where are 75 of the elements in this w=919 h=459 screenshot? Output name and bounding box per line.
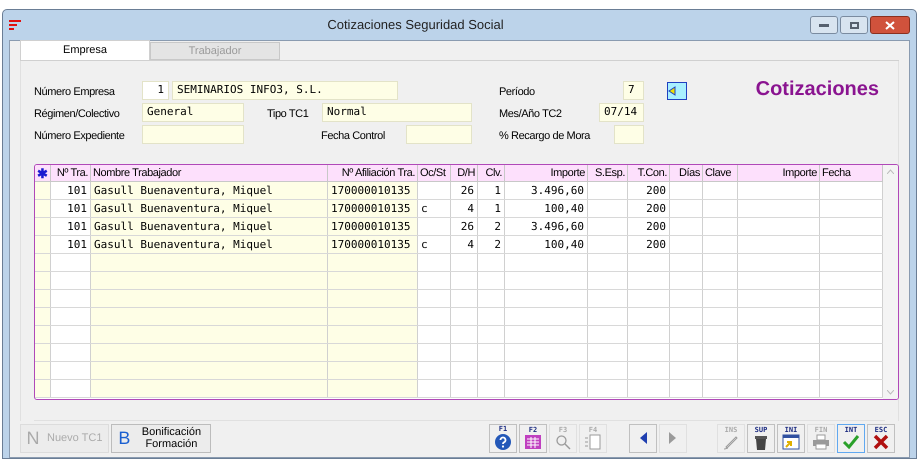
table-cell: 170000010135 [328,182,418,199]
field-label: Mes/Año TC2 [499,108,562,120]
list-icon [584,434,602,450]
row-header-cell[interactable] [35,344,51,361]
minimize-button[interactable] [810,16,838,34]
input-field[interactable] [142,125,244,144]
column-header[interactable]: D/H [451,165,478,181]
action-button[interactable]: B Bonificación Formación [111,424,212,452]
left-arrow-icon [638,431,648,445]
tab[interactable]: Empresa [20,40,150,60]
row-header-cell[interactable] [35,236,51,253]
toolbar-button[interactable] [629,424,657,452]
column-header[interactable]: Clave [703,165,738,181]
help-icon [494,433,512,451]
maximize-button[interactable] [840,16,868,34]
column-header[interactable]: Importe [738,165,820,181]
row-header-cell[interactable] [35,182,51,199]
table-cell: Gasull Buenaventura, Miquel [91,182,328,199]
column-header[interactable]: Nº Tra. [51,165,91,181]
search-icon [555,434,571,450]
column-header[interactable]: Nombre Trabajador [91,165,328,181]
row-header-cell[interactable] [35,308,51,325]
row-header-cell[interactable] [35,218,51,235]
scroll-up-icon[interactable] [887,169,894,174]
input-field[interactable]: SEMINARIOS INFO3, S.L. [172,81,398,100]
table-cell: Gasull Buenaventura, Miquel [91,200,328,217]
input-field[interactable]: 07/14 [599,103,644,122]
table-cell: 170000010135 [328,200,418,217]
input-field[interactable] [614,125,644,144]
row-header-cell[interactable] [35,380,51,397]
field-label: Tipo TC1 [267,108,308,120]
field-label: Número Empresa [34,86,115,98]
check-icon [842,434,860,450]
close-icon [873,434,889,450]
pencil-icon [723,434,739,450]
table-icon [524,434,542,450]
field-label: Período [499,86,535,98]
column-header[interactable]: Importe [505,165,588,181]
scroll-down-icon[interactable] [887,390,894,395]
section-heading: Cotizaciones [756,78,879,100]
app-logo-icon [9,20,21,30]
row-header-cell[interactable] [35,272,51,289]
row-header-cell[interactable] [35,200,51,217]
row-header-cell[interactable] [35,254,51,271]
field-label: Régimen/Colectivo [34,108,120,120]
close-button[interactable] [870,16,910,34]
scrollbar[interactable] [883,165,898,399]
input-field[interactable] [406,125,472,144]
right-arrow-icon [668,431,678,445]
close-icon [885,20,895,30]
field-label: Número Expediente [34,130,124,142]
input-field[interactable]: General [142,103,244,122]
column-header[interactable]: Oc/St [418,165,451,181]
input-field[interactable]: 7 [623,81,644,100]
table-cell: 170000010135 [328,236,418,253]
column-header[interactable]: Nº Afiliación Tra. [328,165,418,181]
table-cell: Gasull Buenaventura, Miquel [91,236,328,253]
printer-icon [812,434,830,450]
row-header-cell[interactable] [35,362,51,379]
input-field[interactable]: 1 [142,81,169,100]
input-field[interactable]: Normal [322,103,472,122]
column-header[interactable]: S.Esp. [588,165,628,181]
row-header-cell[interactable] [35,326,51,343]
window-title: Cotizaciones Seguridad Social [327,17,504,32]
column-header[interactable]: T.Con. [628,165,670,181]
row-header-cell[interactable] [35,290,51,307]
period-selector-icon[interactable] [667,82,687,100]
column-header[interactable]: Días [670,165,703,181]
table-cell: 170000010135 [328,218,418,235]
field-label: Fecha Control [321,130,385,142]
column-header[interactable]: Clv. [478,165,505,181]
trash-icon [753,434,769,450]
table-cell: Gasull Buenaventura, Miquel [91,218,328,235]
field-label: % Recargo de Mora [499,130,590,142]
asterisk-icon: ✱ [37,166,48,180]
